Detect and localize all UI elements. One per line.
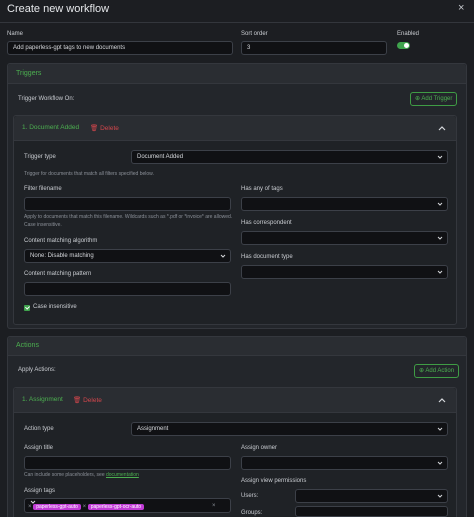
actions-section-title: Actions bbox=[16, 342, 39, 349]
triggers-header[interactable] bbox=[8, 64, 466, 84]
apply-actions-label: Apply Actions: bbox=[18, 367, 56, 373]
assign-title-label: Assign title bbox=[24, 445, 54, 451]
chevron-up-icon[interactable] bbox=[438, 397, 446, 403]
has-document-type-select[interactable] bbox=[241, 265, 448, 279]
trigger-item-header[interactable] bbox=[14, 116, 456, 141]
assign-owner-select[interactable] bbox=[241, 456, 448, 470]
assign-owner-label: Assign owner bbox=[241, 445, 278, 451]
chevron-down-icon bbox=[437, 493, 443, 499]
modal-title: Create new workflow bbox=[7, 3, 110, 15]
documentation-link[interactable]: documentation bbox=[106, 472, 139, 478]
tag-chip: paperless-gpt-ocr-auto bbox=[87, 504, 145, 510]
filter-filename-hint: Apply to documents that match this filen… bbox=[24, 214, 233, 228]
tag-chip: paperless-gpt-auto bbox=[33, 504, 81, 510]
users-select[interactable] bbox=[295, 489, 448, 503]
add-action-button[interactable]: ⊕ Add Action bbox=[414, 364, 460, 378]
assign-tags-select[interactable]: × paperless-gpt-auto × paperless-gpt-ocr… bbox=[24, 498, 231, 513]
matching-algorithm-value: None: Disable matching bbox=[30, 253, 94, 259]
groups-select[interactable] bbox=[295, 506, 448, 517]
chevron-down-icon bbox=[437, 235, 443, 241]
action-type-value: Assignment bbox=[137, 426, 169, 432]
has-tags-select[interactable] bbox=[241, 197, 448, 211]
name-label: Name bbox=[7, 31, 24, 37]
matching-algorithm-select[interactable]: None: Disable matching bbox=[24, 249, 231, 263]
chevron-down-icon bbox=[437, 426, 443, 432]
action-type-select[interactable]: Assignment bbox=[131, 422, 448, 436]
filter-filename-label: Filter filename bbox=[24, 186, 62, 192]
chevron-up-icon[interactable] bbox=[438, 125, 446, 131]
tag-remove-icon[interactable]: × bbox=[28, 504, 32, 510]
view-permissions-label: Assign view permissions bbox=[241, 478, 307, 484]
sort-order-label: Sort order bbox=[241, 31, 268, 37]
trigger-delete-label: Delete bbox=[100, 125, 119, 132]
plus-circle-icon: ⊕ bbox=[419, 368, 425, 374]
assign-title-hint-text: Can include some placeholders, see bbox=[24, 472, 105, 478]
groups-label: Groups: bbox=[241, 510, 263, 516]
assign-tags-list: × paperless-gpt-auto × paperless-gpt-ocr… bbox=[28, 501, 145, 512]
trigger-type-select[interactable]: Document Added bbox=[131, 150, 448, 164]
users-label: Users: bbox=[241, 493, 259, 499]
trigger-delete-button[interactable]: 🗑 Delete bbox=[90, 124, 119, 132]
matching-pattern-label: Content matching pattern bbox=[24, 271, 92, 277]
has-document-type-label: Has document type bbox=[241, 254, 293, 260]
chevron-down-icon bbox=[437, 269, 443, 275]
enabled-toggle[interactable] bbox=[397, 42, 410, 49]
has-tags-label: Has any of tags bbox=[241, 186, 283, 192]
enabled-label: Enabled bbox=[397, 31, 420, 37]
filter-filename-input[interactable] bbox=[24, 197, 231, 211]
matching-algorithm-label: Content matching algorithm bbox=[24, 238, 98, 244]
assign-title-input[interactable] bbox=[24, 456, 231, 470]
trigger-type-value: Document Added bbox=[137, 154, 184, 160]
close-icon[interactable]: × bbox=[458, 3, 464, 14]
triggers-section-title: Triggers bbox=[16, 70, 42, 77]
add-trigger-button[interactable]: ⊕ Add Trigger bbox=[410, 92, 458, 106]
case-insensitive-checkbox[interactable] bbox=[24, 305, 30, 311]
trigger-on-label: Trigger Workflow On: bbox=[18, 96, 75, 102]
action-delete-button[interactable]: 🗑 Delete bbox=[73, 396, 102, 404]
header-divider bbox=[0, 22, 474, 23]
trash-icon: 🗑 bbox=[73, 397, 82, 404]
action-type-label: Action type bbox=[24, 426, 54, 432]
actions-header[interactable] bbox=[8, 337, 466, 356]
trigger-type-label: Trigger type bbox=[24, 154, 56, 160]
matching-pattern-input[interactable] bbox=[24, 282, 231, 296]
chevron-down-icon bbox=[437, 460, 443, 466]
plus-circle-icon: ⊕ bbox=[415, 96, 421, 102]
action-item-title: 1. Assignment bbox=[22, 396, 63, 403]
has-correspondent-label: Has correspondent bbox=[241, 220, 292, 226]
chevron-down-icon bbox=[437, 154, 443, 160]
trigger-item-title: 1. Document Added bbox=[22, 124, 80, 131]
trash-icon: 🗑 bbox=[90, 125, 99, 132]
assign-title-hint: Can include some placeholders, see docum… bbox=[24, 471, 139, 479]
action-delete-label: Delete bbox=[83, 397, 102, 404]
chevron-down-icon bbox=[220, 253, 226, 259]
clear-icon[interactable]: × bbox=[212, 500, 216, 512]
has-correspondent-select[interactable] bbox=[241, 231, 448, 245]
trigger-type-hint: Trigger for documents that match all fil… bbox=[24, 171, 154, 177]
chevron-down-icon bbox=[437, 201, 443, 207]
name-input[interactable]: Add paperless-gpt tags to new documents bbox=[7, 41, 233, 55]
tag-remove-icon[interactable]: × bbox=[83, 504, 87, 510]
sort-order-input[interactable]: 3 bbox=[241, 41, 387, 55]
add-action-label: Add Action bbox=[425, 368, 455, 374]
case-insensitive-label: Case insensitive bbox=[33, 304, 77, 310]
assign-tags-label: Assign tags bbox=[24, 488, 56, 494]
add-trigger-label: Add Trigger bbox=[421, 96, 453, 102]
